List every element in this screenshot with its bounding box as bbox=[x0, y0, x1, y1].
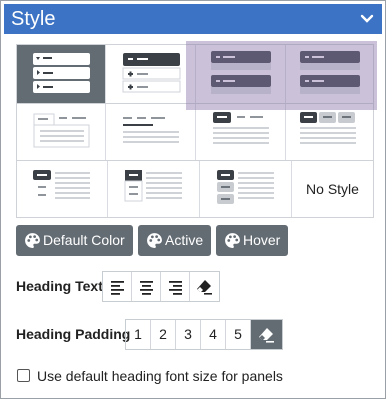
style-option-accordion-selected[interactable] bbox=[17, 45, 106, 103]
eraser-icon bbox=[197, 280, 212, 295]
vertical-tabs-outline-style-icon bbox=[124, 170, 182, 202]
align-center-button[interactable] bbox=[132, 272, 161, 301]
style-option-tabs-pills[interactable] bbox=[286, 104, 373, 160]
style-row-1 bbox=[16, 44, 374, 104]
vertical-tabs-dark-style-icon bbox=[33, 170, 90, 199]
style-option-vertical-tabs-outline[interactable] bbox=[108, 161, 200, 217]
style-panel: Style No Style Default Color Active Hove… bbox=[0, 0, 386, 399]
eraser-icon bbox=[259, 328, 274, 343]
style-option-tabs-outline[interactable] bbox=[17, 104, 106, 160]
align-right-button[interactable] bbox=[161, 272, 190, 301]
style-option-tabs-underline[interactable] bbox=[106, 104, 196, 160]
style-option-vertical-tabs-pills[interactable] bbox=[200, 161, 292, 217]
chevron-down-icon bbox=[360, 14, 374, 23]
heading-padding-group: 1 2 3 4 5 bbox=[125, 319, 283, 350]
accordion-style-icon bbox=[33, 53, 90, 93]
heading-text-align-group bbox=[102, 271, 220, 302]
no-style-label: No Style bbox=[306, 181, 359, 197]
align-left-icon bbox=[111, 281, 124, 295]
palette-icon bbox=[25, 233, 40, 248]
align-right-icon bbox=[169, 281, 182, 295]
padding-option-5[interactable]: 5 bbox=[226, 320, 251, 349]
stacked-panels-style-icon bbox=[211, 51, 271, 94]
tabs-outline-style-icon bbox=[33, 113, 90, 148]
style-option-stacked-panels[interactable] bbox=[196, 45, 286, 103]
clear-text-align-button[interactable] bbox=[190, 272, 219, 301]
align-left-button[interactable] bbox=[103, 272, 132, 301]
padding-option-2[interactable]: 2 bbox=[151, 320, 176, 349]
stacked-panels-alt-style-icon bbox=[300, 51, 360, 94]
style-option-stacked-panels-alt[interactable] bbox=[286, 45, 373, 103]
panel-title: Style bbox=[11, 8, 56, 30]
heading-text-label: Heading Text bbox=[16, 278, 103, 294]
active-color-button[interactable]: Active bbox=[138, 225, 211, 256]
align-center-icon bbox=[140, 281, 153, 295]
color-buttons: Default Color Active Hover bbox=[1, 225, 385, 256]
clear-padding-button[interactable] bbox=[251, 320, 282, 349]
hover-color-button[interactable]: Hover bbox=[216, 225, 288, 256]
vertical-tabs-pills-style-icon bbox=[217, 170, 274, 204]
style-row-3: No Style bbox=[16, 160, 374, 218]
padding-option-4[interactable]: 4 bbox=[201, 320, 226, 349]
style-option-accordion-plus[interactable] bbox=[106, 45, 196, 103]
heading-padding-label: Heading Padding bbox=[16, 326, 131, 342]
style-row-2 bbox=[16, 103, 374, 161]
default-heading-font-size-label[interactable]: Use default heading font size for panels bbox=[37, 368, 283, 384]
style-option-no-style[interactable]: No Style bbox=[292, 161, 373, 217]
style-option-vertical-tabs-dark[interactable] bbox=[17, 161, 108, 217]
palette-icon bbox=[147, 233, 162, 248]
padding-option-3[interactable]: 3 bbox=[176, 320, 201, 349]
tabs-underline-style-icon bbox=[123, 117, 179, 143]
default-color-label: Default Color bbox=[43, 232, 125, 248]
panel-header[interactable]: Style bbox=[4, 4, 382, 34]
default-heading-font-size-checkbox[interactable] bbox=[17, 369, 30, 382]
palette-icon bbox=[225, 233, 240, 248]
active-color-label: Active bbox=[165, 232, 204, 248]
accordion-plus-style-icon bbox=[122, 53, 181, 93]
hover-color-label: Hover bbox=[243, 232, 281, 248]
padding-option-1[interactable]: 1 bbox=[126, 320, 151, 349]
style-option-tabs-dark[interactable] bbox=[196, 104, 286, 160]
default-color-button[interactable]: Default Color bbox=[16, 225, 133, 256]
tabs-dark-style-icon bbox=[213, 112, 269, 144]
tabs-pills-style-icon bbox=[300, 112, 356, 144]
